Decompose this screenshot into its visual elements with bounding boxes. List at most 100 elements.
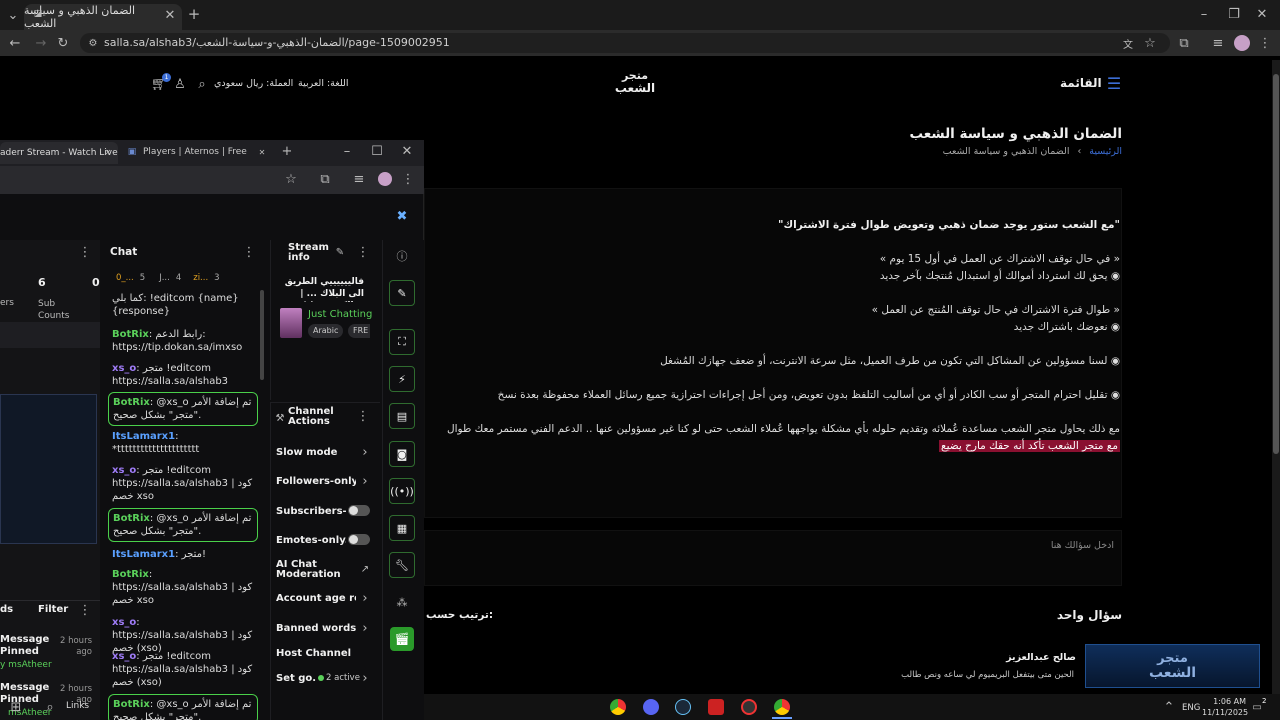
chat-scrollbar[interactable]	[260, 290, 264, 380]
url-text[interactable]: salla.sa/alshab3/الضمان-الذهبي-و-سياسة-ا…	[104, 36, 450, 49]
sort-by[interactable]: ترتيب حسب:	[426, 609, 493, 621]
links-label[interactable]: Links	[66, 701, 89, 711]
maximize-icon[interactable]: ☐	[370, 144, 384, 159]
media-icon[interactable]: ≡	[1210, 35, 1226, 51]
back-icon[interactable]: ←	[6, 34, 24, 52]
chevron-right-icon[interactable]: ›	[360, 671, 370, 686]
panel-menu-icon[interactable]: ⋮	[79, 245, 92, 260]
search-icon[interactable]: ⌕	[194, 76, 210, 92]
language-indicator[interactable]: ENG	[1182, 703, 1200, 713]
start-icon[interactable]: ⊞	[8, 698, 24, 716]
tray-chevron-icon[interactable]: ⌃	[1162, 700, 1176, 715]
wrench-tool-icon[interactable]: 🔧︎	[389, 552, 415, 578]
chrome-taskbar-icon[interactable]	[610, 699, 626, 715]
close-tab-icon[interactable]: ✕	[163, 8, 177, 23]
hamburger-icon[interactable]: ☰	[1106, 74, 1122, 93]
action-emotes-only[interactable]: Emotes-only...	[276, 535, 346, 546]
action-slow-mode[interactable]: Slow mode	[276, 447, 354, 458]
question-input-box[interactable]	[424, 530, 1122, 586]
profile-avatar[interactable]	[378, 172, 392, 186]
policy-line: ◉ لسنا مسؤولين عن المشاكل التي تكون من ط…	[660, 355, 1120, 367]
scrollbar-thumb[interactable]	[1273, 74, 1279, 454]
policy-line: ◉ نعوضك باشتراك جديد	[1013, 321, 1120, 333]
obs-taskbar-icon[interactable]	[741, 699, 757, 715]
chevron-right-icon[interactable]: ›	[360, 474, 370, 489]
popup-tab-kick[interactable]: aderr Stream - Watch Live	[0, 142, 118, 164]
forward-icon[interactable]: →	[32, 34, 50, 52]
user-icon[interactable]: ♙	[172, 76, 188, 92]
translate-icon[interactable]: 文	[1120, 35, 1136, 51]
bookmark-star-icon[interactable]: ☆	[284, 172, 298, 187]
app-taskbar-icon[interactable]	[708, 699, 724, 715]
steam-taskbar-icon[interactable]	[675, 699, 691, 715]
chrome-active-taskbar-icon[interactable]	[774, 699, 790, 715]
menu-label[interactable]: القائمة	[1060, 76, 1102, 90]
lightning-icon[interactable]: ⚡︎	[389, 366, 415, 392]
bookmark-star-icon[interactable]: ☆	[1142, 35, 1158, 51]
action-banned-words[interactable]: Banned words	[276, 623, 356, 634]
tab-list-icon[interactable]: ⌄	[4, 6, 22, 24]
stream-tag[interactable]: FRE	[348, 324, 370, 338]
extensions-icon[interactable]: ⧉	[318, 172, 332, 187]
channel-actions-menu-icon[interactable]: ⋮	[357, 409, 370, 424]
fullscreen-icon[interactable]: ⛶	[389, 329, 415, 355]
clock[interactable]: 1:06 AM 11/11/2025	[1202, 696, 1248, 718]
chevron-right-icon[interactable]: ›	[360, 445, 370, 460]
browser-tab[interactable]: الضمان الذهبي و سياسة الشعب	[24, 4, 182, 30]
clipboard-icon[interactable]: ▤	[389, 403, 415, 429]
action-host-channel[interactable]: Host Channel	[276, 648, 356, 659]
filter-menu-icon[interactable]: ⋮	[79, 603, 92, 618]
chevron-right-icon[interactable]: ›	[360, 591, 370, 606]
broadcast-icon[interactable]: ((•))	[389, 478, 415, 504]
chevron-right-icon[interactable]: ›	[360, 621, 370, 636]
new-tab-icon[interactable]: +	[280, 144, 294, 159]
filter-button[interactable]: Filter	[38, 604, 68, 615]
action-subscribers-only[interactable]: Subscribers-...	[276, 506, 346, 517]
site-logo[interactable]: متجر الشعب	[612, 70, 658, 100]
close-tab-icon[interactable]: ✕	[102, 146, 114, 158]
action-set-goal[interactable]: Set go...	[276, 673, 316, 684]
close-tab-icon[interactable]: ✕	[256, 146, 268, 158]
new-tab-icon[interactable]: +	[186, 5, 202, 23]
action-account-age[interactable]: Account age restr	[276, 593, 356, 604]
extensions-icon[interactable]: ⧉	[1176, 35, 1192, 51]
action-ai-moderation[interactable]: AI Chat Moderation	[276, 560, 341, 580]
reload-icon[interactable]: ↻	[54, 34, 72, 52]
stream-tag[interactable]: Arabic	[308, 324, 344, 338]
language-selector[interactable]: اللغة: العربية	[298, 78, 349, 89]
category-thumbnail[interactable]	[280, 308, 302, 338]
media-icon[interactable]: ≡	[352, 172, 366, 187]
info-icon[interactable]: ⓘ	[394, 248, 410, 264]
menu-dots-icon[interactable]: ⋮	[1258, 35, 1272, 51]
stream-info-title: Stream info	[288, 242, 329, 263]
stream-info-menu-icon[interactable]: ⋮	[357, 245, 370, 260]
chat-menu-icon[interactable]: ⋮	[243, 245, 256, 260]
stream-preview[interactable]	[0, 394, 97, 544]
stream-category[interactable]: Just Chatting	[308, 309, 372, 320]
currency-selector[interactable]: العملة: ريال سعودي	[214, 78, 293, 89]
breadcrumb-current: الضمان الذهبي و سياسة الشعب	[942, 146, 1070, 157]
chat-bubble-icon[interactable]: ◙	[389, 441, 415, 467]
minimize-icon[interactable]: –	[340, 144, 354, 159]
action-followers-only[interactable]: Followers-only ch	[276, 476, 356, 487]
close-window-icon[interactable]: ✕	[400, 144, 414, 159]
subscribers-toggle[interactable]	[348, 505, 370, 516]
restore-icon[interactable]: ❐	[1226, 6, 1242, 22]
close-window-icon[interactable]: ✕	[1254, 6, 1270, 22]
external-link-icon[interactable]: ↗	[360, 562, 370, 576]
site-info-icon[interactable]: ⚙	[86, 36, 100, 50]
menu-dots-icon[interactable]: ⋮	[402, 172, 415, 187]
emotes-toggle[interactable]	[348, 534, 370, 545]
edit-pencil-icon[interactable]: ✎	[334, 246, 346, 258]
taskbar-search-icon[interactable]: ⌕	[42, 698, 58, 716]
minimize-icon[interactable]: –	[1196, 6, 1212, 22]
layout-icon[interactable]: ▦	[389, 515, 415, 541]
clip-icon[interactable]: 🎬︎	[390, 627, 414, 651]
breadcrumb-home[interactable]: الرئيسية	[1089, 146, 1122, 157]
share-nodes-icon[interactable]: ⁂	[394, 594, 410, 610]
discord-taskbar-icon[interactable]	[643, 699, 659, 715]
popup-tab-aternos[interactable]: Players | Aternos | Free Minecra	[143, 147, 249, 157]
profile-avatar[interactable]	[1234, 35, 1250, 51]
kick-logo-icon[interactable]: ✖	[392, 206, 412, 226]
edit-icon[interactable]: ✎	[389, 280, 415, 306]
